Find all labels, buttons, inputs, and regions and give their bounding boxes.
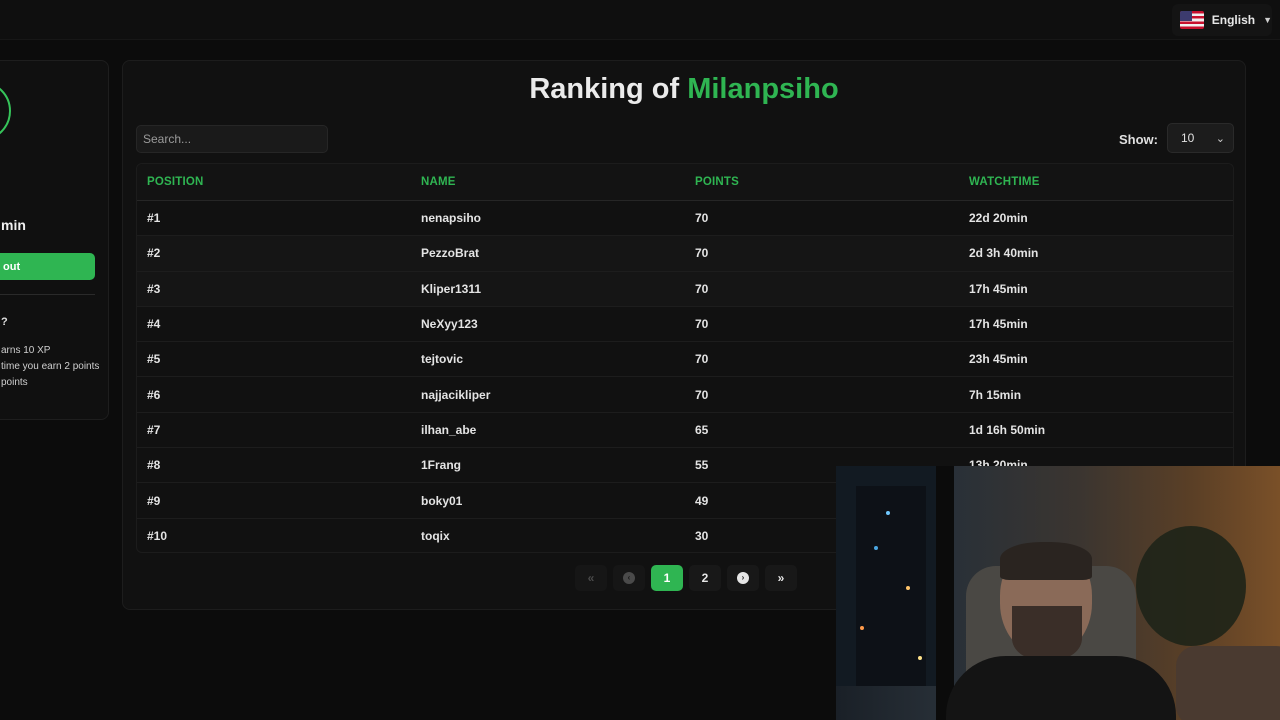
table-row: #2 PezzoBrat 70 2d 3h 40min	[137, 236, 1233, 272]
webcam-person-hair	[1000, 542, 1092, 580]
cell-name: tejtovic	[421, 352, 464, 367]
top-bar: English ▼	[0, 0, 1280, 40]
search-input[interactable]	[136, 125, 328, 153]
chevron-left-icon: ‹	[623, 572, 635, 584]
cell-name: Kliper1311	[421, 281, 482, 296]
chevron-down-icon: ▼	[1263, 15, 1272, 25]
webcam-overlay	[836, 466, 1280, 720]
language-label: English	[1211, 13, 1256, 27]
first-page-button[interactable]: «	[575, 565, 607, 591]
cell-points: 70	[695, 211, 709, 226]
cell-points: 70	[695, 387, 709, 402]
cell-points: 70	[695, 352, 709, 367]
column-header-points[interactable]: POINTS	[685, 176, 959, 188]
table-row: #4 NeXyy123 70 17h 45min	[137, 307, 1233, 343]
cell-points: 70	[695, 317, 709, 332]
webcam-person-beard	[1012, 606, 1082, 660]
pagination: « ‹ 1 2 › »	[575, 565, 797, 591]
cell-name: najjacikliper	[421, 387, 491, 402]
cell-watchtime: 22d 20min	[969, 211, 1028, 226]
info-line: arns 10 XP	[1, 345, 51, 356]
cell-watchtime: 7h 15min	[969, 387, 1022, 402]
cell-position: #7	[147, 422, 161, 437]
cell-watchtime: 1d 16h 50min	[969, 422, 1046, 437]
cell-position: #5	[147, 352, 161, 367]
cell-name: PezzoBrat	[421, 246, 480, 261]
cell-name: NeXyy123	[421, 317, 478, 332]
city-light	[906, 586, 910, 590]
next-page-button[interactable]: ›	[727, 565, 759, 591]
cell-name: 1Frang	[421, 458, 462, 473]
page-size-select[interactable]: 10 ⌄	[1167, 123, 1234, 153]
webcam-window-frame	[936, 466, 954, 720]
column-header-name[interactable]: NAME	[411, 176, 685, 188]
city-light	[886, 511, 890, 515]
info-line: time you earn 2 points	[1, 361, 100, 372]
cell-watchtime: 23h 45min	[969, 352, 1028, 367]
cell-watchtime: 17h 45min	[969, 281, 1028, 296]
table-row: #5 tejtovic 70 23h 45min	[137, 342, 1233, 378]
logout-button[interactable]: out	[0, 253, 95, 280]
info-line: points	[1, 377, 28, 388]
table-row: #7 ilhan_abe 65 1d 16h 50min	[137, 413, 1233, 449]
cell-watchtime: 2d 3h 40min	[969, 246, 1039, 261]
page-title: Ranking of Milanpsiho	[123, 73, 1245, 106]
webcam-plant	[1136, 526, 1246, 646]
cell-name: toqix	[421, 528, 450, 543]
profile-card: min out ? arns 10 XP time you earn 2 poi…	[0, 60, 109, 420]
info-heading: ?	[1, 316, 8, 328]
table-header: POSITION NAME POINTS WATCHTIME	[137, 164, 1233, 201]
page-button-1[interactable]: 1	[651, 565, 683, 591]
us-flag-icon	[1180, 11, 1204, 29]
webcam-sofa	[1176, 646, 1280, 720]
chevron-right-icon: ›	[737, 572, 749, 584]
column-header-position[interactable]: POSITION	[137, 176, 411, 188]
last-page-button[interactable]: »	[765, 565, 797, 591]
cell-position: #1	[147, 211, 161, 226]
column-header-watchtime[interactable]: WATCHTIME	[959, 176, 1233, 188]
city-light	[874, 546, 878, 550]
cell-position: #8	[147, 458, 161, 473]
page-size-value: 10	[1181, 131, 1195, 145]
cell-position: #10	[147, 528, 168, 543]
table-row: #3 Kliper1311 70 17h 45min	[137, 271, 1233, 307]
city-light	[918, 656, 922, 660]
cell-position: #2	[147, 246, 161, 261]
cell-points: 70	[695, 246, 709, 261]
avatar	[0, 81, 11, 141]
cell-name: nenapsiho	[421, 211, 482, 226]
webcam-person-body	[946, 656, 1176, 720]
cell-watchtime: 17h 45min	[969, 317, 1028, 332]
show-label: Show:	[1119, 132, 1158, 147]
cell-position: #3	[147, 281, 161, 296]
cell-name: ilhan_abe	[421, 422, 477, 437]
page-button-2[interactable]: 2	[689, 565, 721, 591]
cell-name: boky01	[421, 493, 463, 508]
title-channel-name: Milanpsiho	[687, 73, 839, 105]
language-selector[interactable]: English ▼	[1172, 4, 1272, 36]
city-light	[860, 626, 864, 630]
webcam-building	[856, 486, 926, 686]
cell-points: 65	[695, 422, 709, 437]
table-row: #6 najjacikliper 70 7h 15min	[137, 377, 1233, 413]
profile-watchtime: min	[1, 217, 26, 233]
chevron-down-icon: ⌄	[1215, 132, 1225, 145]
divider	[0, 294, 95, 295]
prev-page-button[interactable]: ‹	[613, 565, 645, 591]
table-row: #1 nenapsiho 70 22d 20min	[137, 201, 1233, 237]
cell-points: 70	[695, 281, 709, 296]
title-prefix: Ranking of	[529, 73, 680, 105]
cell-position: #4	[147, 317, 161, 332]
cell-position: #9	[147, 493, 161, 508]
cell-position: #6	[147, 387, 161, 402]
